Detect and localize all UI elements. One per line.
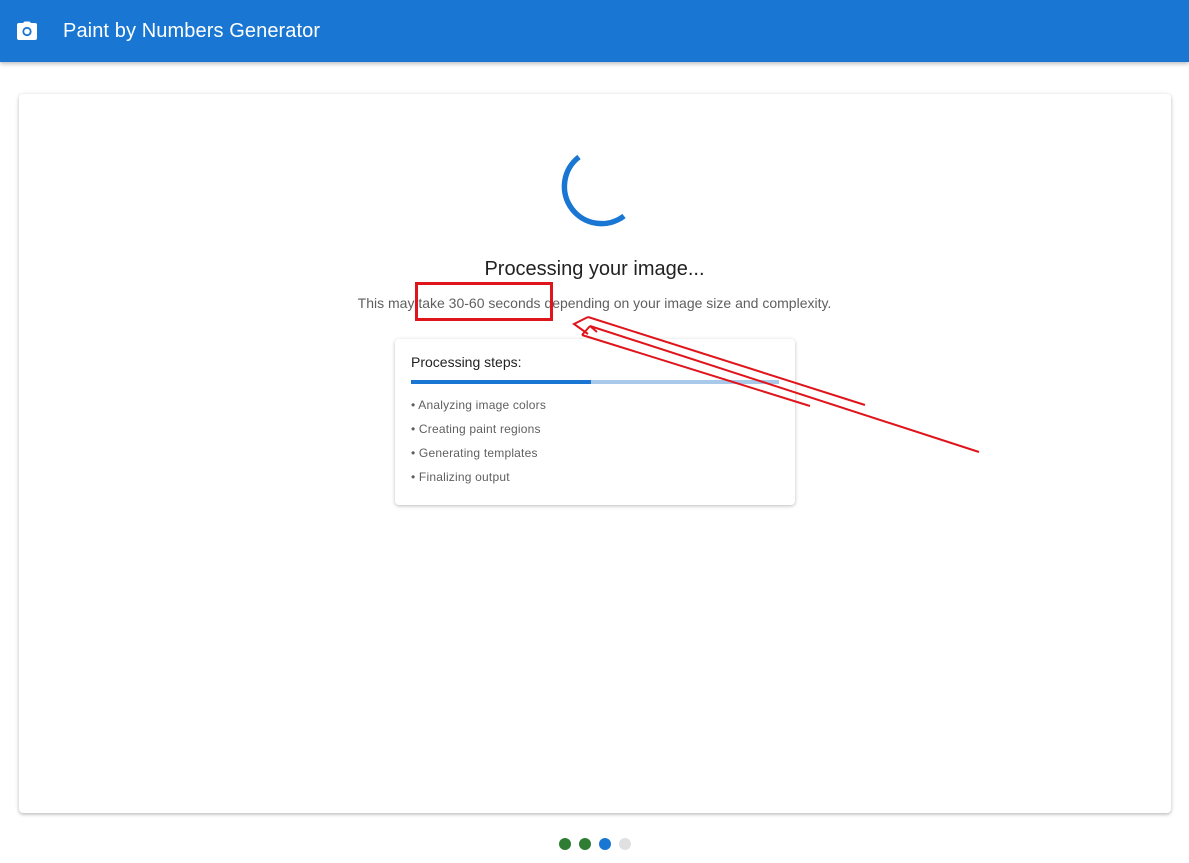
step-dot-1 [559, 838, 571, 850]
step-analyzing-colors: • Analyzing image colors [411, 398, 547, 412]
stepper-dots [559, 838, 631, 850]
step-dot-3 [599, 838, 611, 850]
steps-title: Processing steps: [411, 354, 522, 370]
loading-spinner [555, 152, 627, 230]
annotation-highlight-box [415, 282, 553, 321]
step-finalizing-output: • Finalizing output [411, 470, 510, 484]
annotation-arrow [572, 316, 980, 453]
step-dot-4 [619, 838, 631, 850]
app-bar: Paint by Numbers Generator [0, 0, 1189, 62]
steps-list: • Analyzing image colors • Creating pain… [411, 397, 546, 493]
processing-subtitle: This may take 30-60 seconds depending on… [357, 295, 832, 311]
step-dot-2 [579, 838, 591, 850]
step-generating-templates: • Generating templates [411, 446, 538, 460]
camera-icon [16, 20, 38, 42]
step-creating-regions: • Creating paint regions [411, 422, 541, 436]
processing-title: Processing your image... [484, 258, 705, 280]
app-title: Paint by Numbers Generator [63, 19, 321, 42]
